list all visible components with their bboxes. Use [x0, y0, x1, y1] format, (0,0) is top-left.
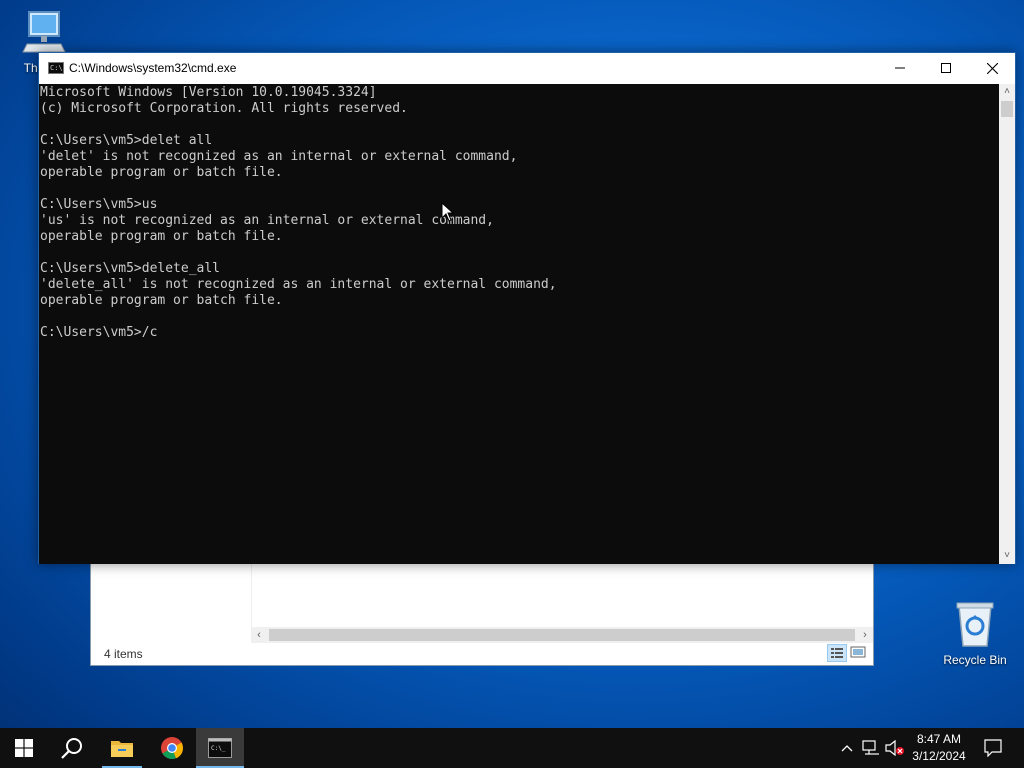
clock-time: 8:47 AM — [916, 732, 962, 746]
details-view-icon — [831, 648, 843, 658]
mouse-pointer-icon — [441, 202, 455, 222]
scrollbar-thumb[interactable] — [1001, 101, 1013, 117]
taskbar-chrome[interactable] — [148, 728, 196, 768]
maximize-icon — [941, 63, 951, 73]
minimize-icon — [895, 67, 905, 69]
scrollbar-thumb[interactable] — [269, 629, 855, 641]
network-icon — [862, 740, 879, 755]
maximize-button[interactable] — [923, 53, 969, 83]
svg-text:C:\_: C:\_ — [211, 745, 226, 752]
large-icons-view-button[interactable] — [849, 644, 869, 662]
taskbar-command-prompt[interactable]: C:\_ — [196, 728, 244, 768]
taskbar: C:\_ 8:47 AM 3/12/2024 — [0, 728, 1024, 768]
console-output[interactable]: Microsoft Windows [Version 10.0.19045.33… — [39, 84, 1000, 341]
large-icons-view-icon — [850, 646, 866, 658]
clock-date: 3/12/2024 — [912, 749, 966, 763]
desktop-icon-recycle-bin[interactable]: Recycle Bin — [940, 600, 1010, 667]
desktop-icon-label: Recycle Bin — [943, 653, 1007, 667]
scroll-up-icon[interactable]: ˄ — [999, 84, 1015, 100]
minimize-button[interactable] — [877, 53, 923, 83]
windows-logo-icon — [15, 739, 33, 757]
action-center-button[interactable] — [978, 728, 1008, 768]
window-title: C:\Windows\system32\cmd.exe — [69, 61, 237, 75]
chrome-icon — [161, 737, 184, 760]
vertical-scrollbar[interactable]: ˄ ˅ — [999, 84, 1015, 564]
computer-icon — [22, 11, 66, 53]
close-icon — [986, 62, 998, 74]
start-button[interactable] — [0, 728, 48, 768]
volume-muted-icon — [885, 740, 904, 756]
show-hidden-icons-button[interactable] — [836, 728, 858, 768]
cmd-icon: C:\ — [48, 62, 64, 74]
details-view-button[interactable] — [827, 644, 847, 662]
status-bar: 4 items — [91, 641, 873, 665]
taskbar-clock[interactable]: 8:47 AM 3/12/2024 — [908, 731, 970, 765]
taskbar-file-explorer[interactable] — [98, 728, 146, 768]
folder-icon — [111, 741, 133, 757]
search-button[interactable] — [48, 728, 96, 768]
cmd-icon: C:\_ — [208, 738, 232, 758]
scroll-down-icon[interactable]: ˅ — [999, 548, 1015, 564]
volume-button[interactable] — [884, 728, 906, 768]
command-prompt-window[interactable]: C:\ C:\Windows\system32\cmd.exe Microsof… — [38, 52, 1016, 564]
item-count: 4 items — [104, 647, 143, 661]
title-bar[interactable]: C:\ C:\Windows\system32\cmd.exe — [39, 53, 1015, 83]
network-button[interactable] — [860, 728, 882, 768]
close-button[interactable] — [969, 53, 1015, 83]
recycle-bin-icon — [956, 602, 994, 647]
console-area[interactable]: Microsoft Windows [Version 10.0.19045.33… — [39, 84, 1000, 564]
chevron-up-icon — [841, 745, 853, 752]
notification-icon — [984, 739, 1002, 757]
search-icon — [61, 738, 82, 759]
